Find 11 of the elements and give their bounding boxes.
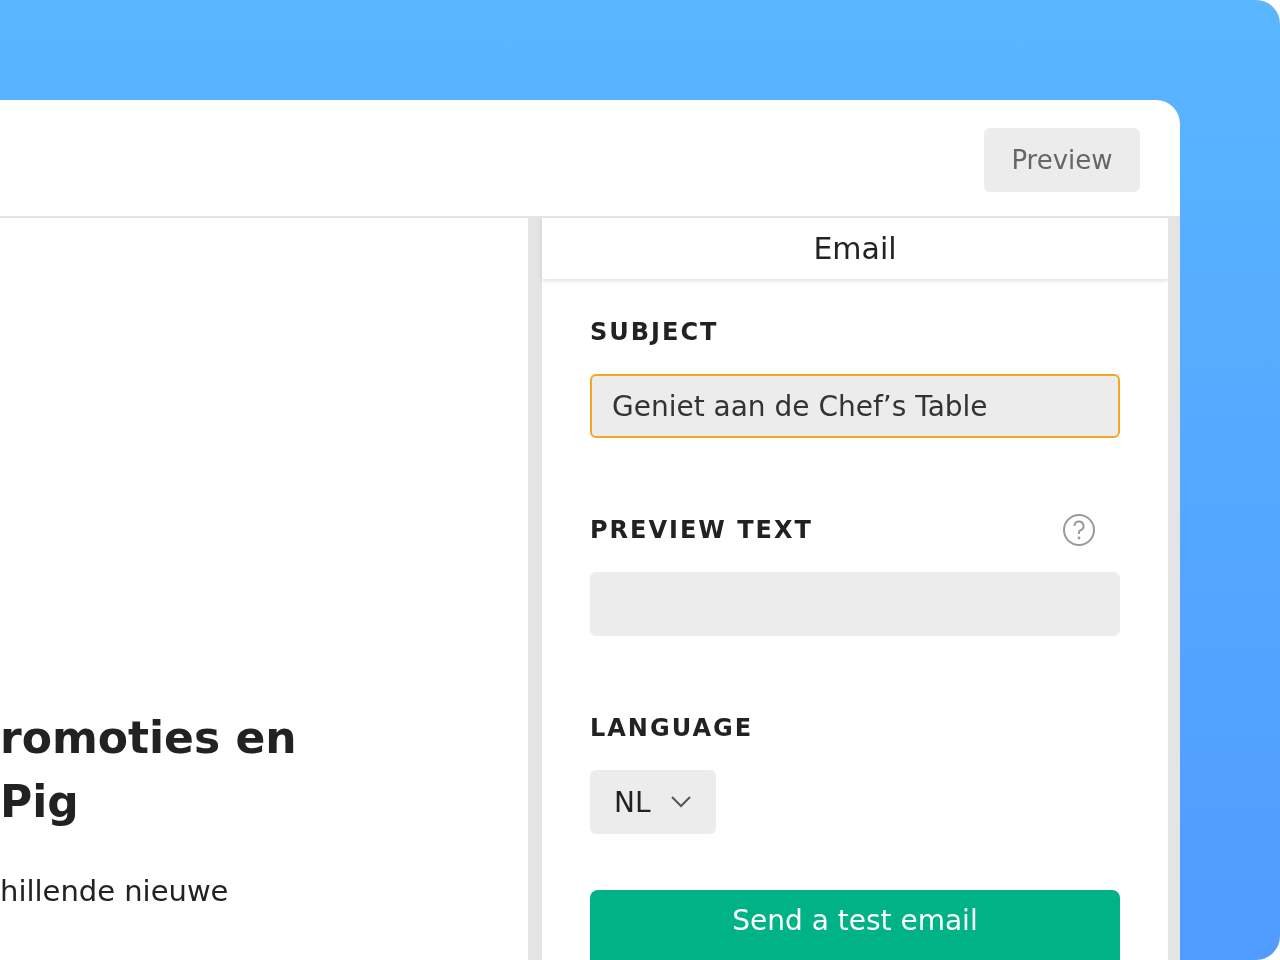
panel-title: Email [813,231,897,266]
preview-button[interactable]: Preview [984,128,1140,192]
subject-field[interactable]: Geniet aan de Chef’s Table [590,374,1120,438]
chevron-down-icon [670,796,691,808]
headline: romoties en Pig [0,711,298,829]
help-icon[interactable] [1062,513,1096,547]
field-label: PREVIEW TEXT [590,516,813,544]
body-text: hillende nieuwe [0,874,230,908]
field-label: LANGUAGE [590,714,754,742]
field-label: SUBJECT [590,318,719,346]
language-select[interactable]: NL [590,770,716,834]
